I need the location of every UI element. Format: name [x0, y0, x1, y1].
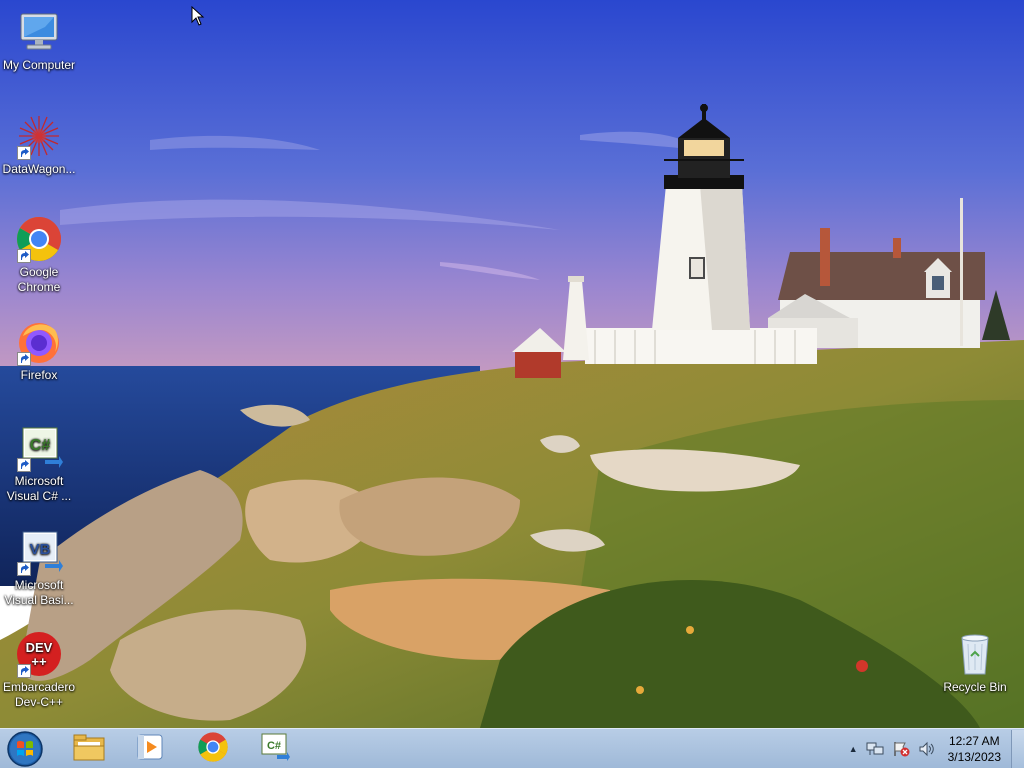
- desktop-icon-label: Dev-C++: [14, 695, 64, 709]
- visual-csharp-icon: C#: [259, 732, 291, 767]
- shortcut-arrow-icon: [17, 146, 31, 160]
- csharp-glyph: C#: [30, 437, 51, 454]
- shortcut-arrow-icon: [17, 664, 31, 678]
- svg-text:DEV: DEV: [26, 640, 53, 655]
- devcpp-icon: DEV ++: [15, 630, 63, 678]
- shortcut-arrow-icon: [17, 352, 31, 366]
- desktop-icon-label: Embarcadero: [2, 680, 76, 694]
- datawagon-icon: [15, 112, 63, 160]
- shortcut-arrow-icon: [17, 458, 31, 472]
- desktop-icon-firefox[interactable]: Firefox: [0, 318, 78, 383]
- desktop-icon-devcpp[interactable]: DEV ++ Embarcadero Dev-C++: [0, 630, 78, 710]
- csharp-glyph: C#: [267, 740, 281, 752]
- desktop-icon-label: Microsoft: [14, 474, 64, 488]
- taskbar-clock[interactable]: 12:27 AM 3/13/2023: [948, 733, 1001, 765]
- taskbar-visual-csharp[interactable]: C#: [248, 731, 302, 767]
- firefox-icon: [15, 318, 63, 366]
- desktop-icon-google-chrome[interactable]: Google Chrome: [0, 215, 78, 295]
- desktop-icon-visual-basic[interactable]: VB Microsoft Visual Basi...: [0, 528, 78, 608]
- visual-csharp-icon: C#: [15, 424, 63, 472]
- taskbar-file-explorer[interactable]: [62, 731, 116, 767]
- desktop-icon-recycle-bin[interactable]: Recycle Bin: [936, 630, 1014, 695]
- media-player-icon: [135, 732, 165, 767]
- show-hidden-icons-button[interactable]: ▲: [849, 744, 858, 754]
- taskbar: C# ▲ 12:27 AM 3/13/2023: [0, 728, 1024, 768]
- my-computer-icon: [15, 8, 63, 56]
- chrome-icon: [15, 215, 63, 263]
- clock-time: 12:27 AM: [948, 734, 1000, 748]
- taskbar-media-player[interactable]: [123, 731, 177, 767]
- desktop-icon-label: DataWagon...: [2, 162, 76, 176]
- desktop-icon-datawagon[interactable]: DataWagon...: [0, 112, 78, 177]
- system-tray: ▲ 12:27 AM 3/13/2023: [845, 729, 1024, 769]
- taskbar-chrome[interactable]: [186, 731, 240, 767]
- desktop-icon-label: My Computer: [2, 58, 76, 72]
- visual-basic-icon: VB: [15, 528, 63, 576]
- shortcut-arrow-icon: [17, 562, 31, 576]
- svg-text:++: ++: [31, 654, 47, 669]
- desktop-icon-label: Microsoft: [14, 578, 64, 592]
- shortcut-arrow-icon: [17, 249, 31, 263]
- chevron-up-icon: ▲: [848, 744, 858, 754]
- desktop-wallpaper: [0, 0, 1024, 728]
- recycle-bin-icon: [951, 630, 999, 678]
- desktop-icon-label: Recycle Bin: [943, 680, 1007, 694]
- desktop-icon-visual-csharp[interactable]: C# Microsoft Visual C# ...: [0, 424, 78, 504]
- desktop-icon-label: Chrome: [17, 280, 61, 294]
- chrome-icon: [197, 731, 229, 768]
- desktop-icon-label: Firefox: [20, 368, 58, 382]
- start-button[interactable]: [6, 730, 44, 768]
- show-desktop-button[interactable]: [1011, 730, 1024, 768]
- network-icon[interactable]: [866, 741, 884, 757]
- file-explorer-icon: [72, 732, 106, 767]
- desktop-icon-label: Google: [19, 265, 59, 279]
- mouse-cursor: [191, 5, 205, 31]
- desktop-icon-label: Visual C# ...: [6, 489, 72, 503]
- desktop-icon-label: Visual Basi...: [4, 593, 74, 607]
- desktop-icon-my-computer[interactable]: My Computer: [0, 8, 78, 73]
- volume-icon[interactable]: [918, 741, 936, 757]
- action-center-flag-icon[interactable]: [892, 741, 910, 757]
- vb-glyph: VB: [30, 541, 51, 558]
- clock-date: 3/13/2023: [947, 750, 1001, 764]
